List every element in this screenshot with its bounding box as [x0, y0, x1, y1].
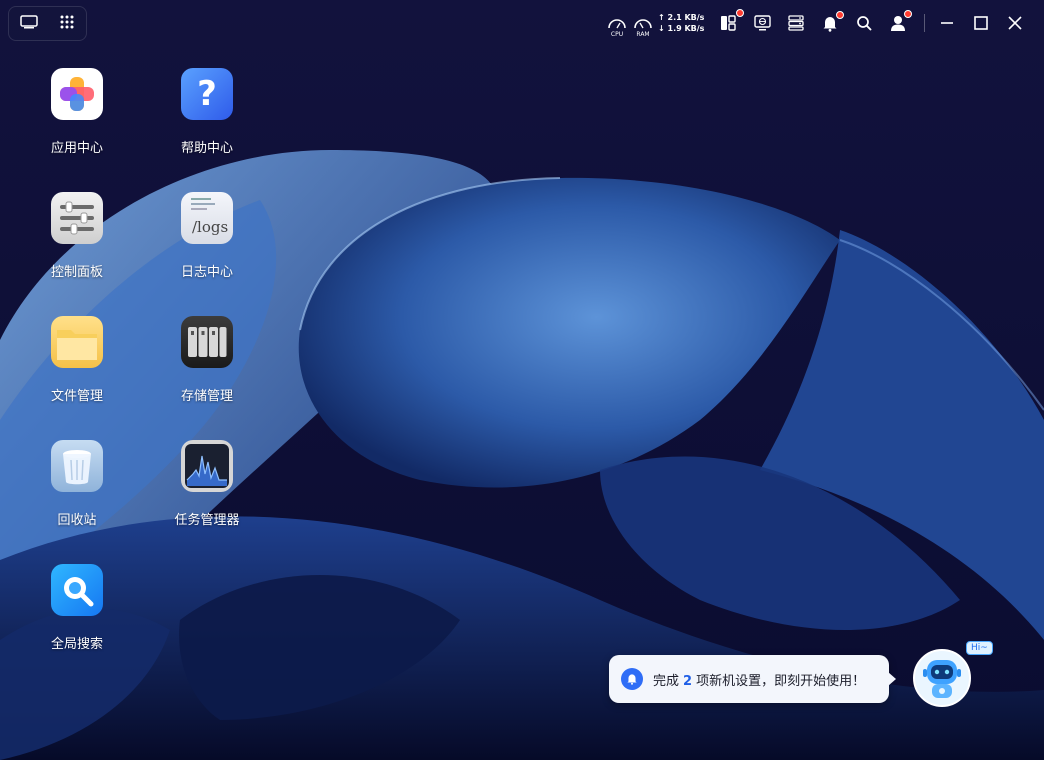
log-center-icon: /logs [181, 192, 233, 244]
desktop-icon-storage-manager[interactable]: 存储管理 [152, 316, 262, 426]
desktop-icon-help-center[interactable]: ? 帮助中心 [152, 68, 262, 178]
control-panel-icon [51, 192, 103, 244]
cpu-gauge[interactable]: CPU [606, 9, 628, 38]
cpu-label: CPU [610, 31, 624, 38]
desktop-icon-label: 全局搜索 [50, 637, 103, 652]
notifications-button[interactable] [820, 9, 844, 37]
notification-count: 2 [683, 673, 693, 689]
desktop-icon-label: 日志中心 [180, 265, 233, 280]
ram-gauge[interactable]: RAM [632, 9, 654, 38]
search-button[interactable] [854, 9, 874, 37]
task-manager-icon [181, 440, 233, 492]
gauge-icon [608, 19, 626, 29]
desktop-icon-label: 任务管理器 [174, 513, 240, 528]
down-arrow-icon: ↓ [658, 24, 665, 33]
question-mark-glyph: ? [197, 74, 217, 114]
desktop-icon-control-panel[interactable]: 控制面板 [22, 192, 132, 302]
desktop-icon-file-manager[interactable]: 文件管理 [22, 316, 132, 426]
remote-access-button[interactable] [752, 9, 772, 37]
top-left-toolbar [8, 6, 87, 41]
desktop-icon-label: 控制面板 [50, 265, 103, 280]
desktop-icon-global-search[interactable]: 全局搜索 [22, 564, 132, 674]
net-upload: ↑ 2.1 KB/s [658, 12, 704, 23]
notification-suffix: 项新机设置，即刻开始使用！ [696, 673, 866, 689]
storage-status-button[interactable] [786, 9, 806, 37]
maximize-button[interactable] [971, 9, 991, 37]
widgets-icon [721, 15, 736, 31]
minimize-button[interactable] [937, 9, 957, 37]
close-button[interactable] [1005, 9, 1025, 37]
close-icon [1008, 16, 1022, 30]
notification-badge [836, 11, 844, 19]
user-menu-button[interactable] [888, 9, 912, 37]
desktop-icon-label: 帮助中心 [180, 141, 233, 156]
minimize-icon [941, 22, 953, 24]
desktop-icon-label: 文件管理 [50, 389, 103, 404]
toolbar-divider [924, 14, 925, 32]
notification-text: 完成 2 项新机设置，即刻开始使用！ [653, 670, 865, 689]
storage-manager-icon [181, 316, 233, 368]
robot-icon [913, 649, 971, 707]
app-center-icon [51, 68, 103, 120]
show-desktop-icon[interactable] [20, 14, 38, 33]
bell-icon [621, 668, 643, 690]
download-speed: 1.9 KB/s [667, 24, 705, 33]
ram-label: RAM [636, 31, 650, 38]
widgets-button[interactable] [718, 9, 744, 37]
app-grid-icon[interactable] [59, 14, 75, 34]
assistant-greeting: Hi~ [966, 641, 993, 655]
gauge-icon [634, 19, 652, 29]
logs-glyph: /logs [192, 218, 229, 236]
up-arrow-icon: ↑ [658, 13, 665, 22]
desktop-icon-label: 回收站 [57, 513, 97, 528]
recycle-bin-icon [51, 440, 103, 492]
server-icon [788, 15, 804, 31]
desktop-icon-recycle-bin[interactable]: 回收站 [22, 440, 132, 550]
notification-badge [736, 9, 744, 17]
setup-notification[interactable]: 完成 2 项新机设置，即刻开始使用！ [609, 655, 896, 703]
assistant-robot[interactable] [912, 648, 972, 708]
monitor-globe-icon [753, 14, 771, 30]
search-icon [857, 16, 872, 31]
desktop-icon-log-center[interactable]: /logs 日志中心 [152, 192, 262, 302]
upload-speed: 2.1 KB/s [667, 13, 705, 22]
file-manager-icon [51, 316, 103, 368]
maximize-icon [974, 16, 988, 30]
desktop-icon-app-center[interactable]: 应用中心 [22, 68, 132, 178]
notification-badge [904, 10, 912, 18]
notification-prefix: 完成 [653, 673, 680, 689]
desktop-icon-task-manager[interactable]: 任务管理器 [152, 440, 262, 550]
help-center-icon: ? [181, 68, 233, 120]
desktop-icon-label: 应用中心 [50, 141, 103, 156]
global-search-icon [51, 564, 103, 616]
net-download: ↓ 1.9 KB/s [658, 23, 704, 34]
network-speed[interactable]: ↑ 2.1 KB/s ↓ 1.9 KB/s [658, 12, 704, 34]
desktop-icon-label: 存储管理 [180, 389, 233, 404]
